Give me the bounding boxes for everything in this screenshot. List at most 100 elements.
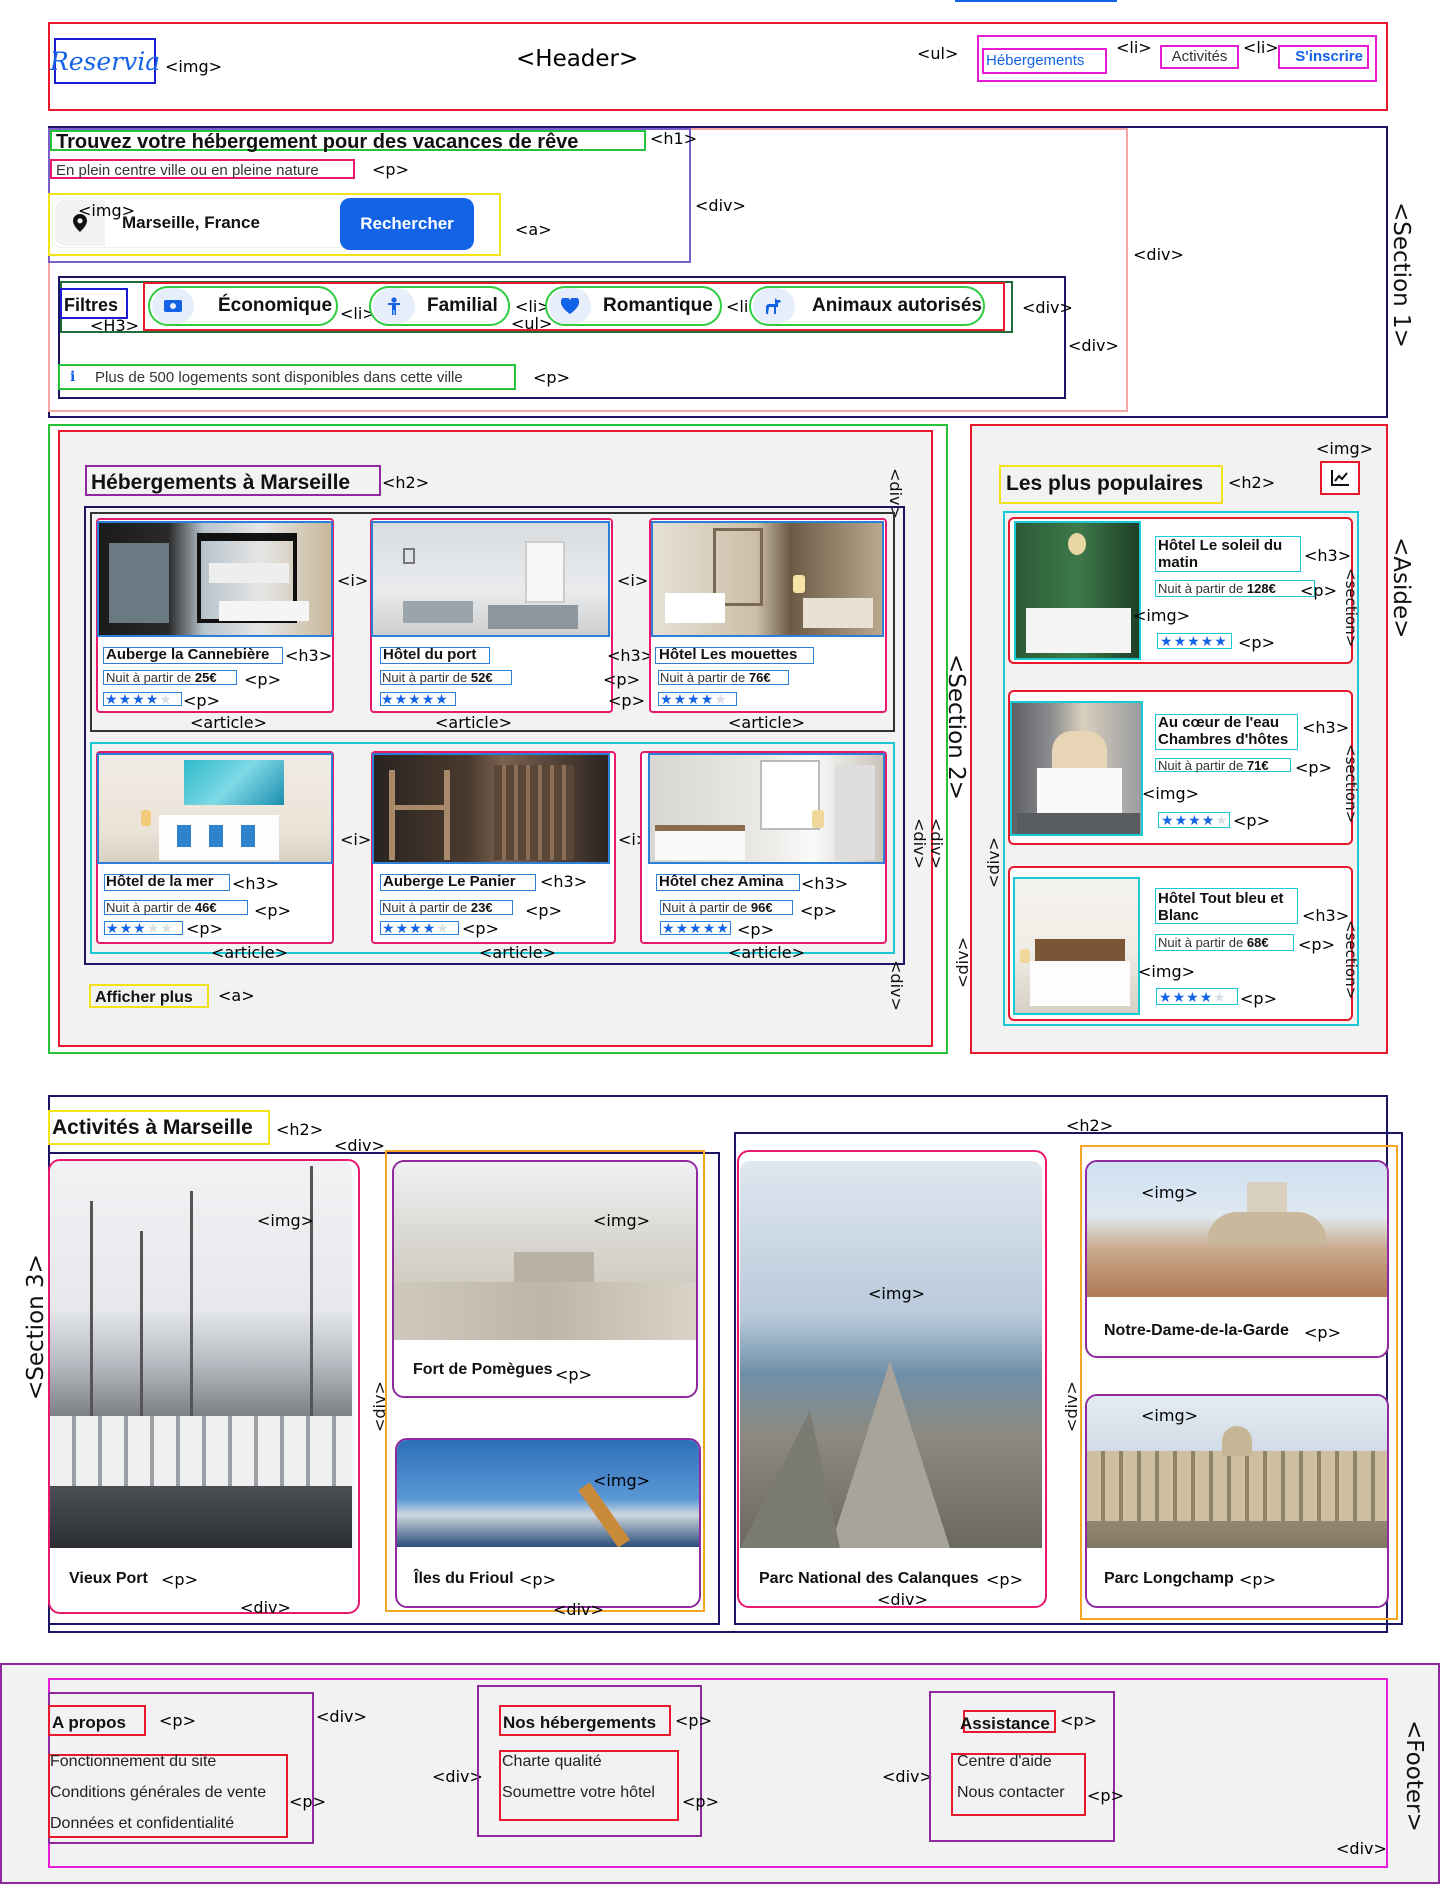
activity-photo xyxy=(1087,1162,1387,1297)
footer-link[interactable]: Fonctionnement du site xyxy=(50,1754,216,1770)
star-filled-icon: ★ xyxy=(1188,812,1202,828)
card-price: Nuit à partir de 23€ xyxy=(382,901,493,914)
tag-p: <p> xyxy=(555,1365,592,1384)
tag-h3: <h3> xyxy=(801,874,849,893)
activity-label: Îles du Frioul xyxy=(414,1570,514,1587)
star-filled-icon: ★ xyxy=(1174,812,1189,828)
card-title: Hôtel chez Amina xyxy=(659,873,784,890)
card-price-prefix: Nuit à partir de xyxy=(106,900,195,915)
search-button-label: Rechercher xyxy=(360,214,454,233)
dog-icon xyxy=(753,288,795,324)
card-rating: ★★★★★ xyxy=(660,692,728,706)
tag-p: <p> xyxy=(800,901,837,920)
popular-title: Au cœur de l'eau Chambres d'hôtes xyxy=(1158,714,1289,749)
star-filled-icon: ★ xyxy=(145,691,160,707)
popular-rating: ★★★★★ xyxy=(1159,990,1227,1004)
nav-activites[interactable]: Activités xyxy=(1160,45,1239,69)
filter-animaux-label: Animaux autorisés xyxy=(812,295,982,316)
filter-romantique[interactable]: Romantique xyxy=(545,286,722,326)
nav-hebergements[interactable]: Hébergements xyxy=(982,48,1107,74)
nav-sinscrire[interactable]: S'inscrire xyxy=(1278,45,1369,69)
tag-p: <p> xyxy=(244,670,281,689)
star-filled-icon: ★ xyxy=(1172,989,1187,1005)
star-filled-icon: ★ xyxy=(381,691,395,707)
tag-p: <p> xyxy=(1304,1323,1341,1342)
show-more-link[interactable]: Afficher plus xyxy=(89,984,209,1008)
filter-animaux[interactable]: Animaux autorisés xyxy=(749,286,985,326)
tag-p: <p> xyxy=(533,368,570,387)
card-price-value: 23€ xyxy=(470,900,493,915)
footer-col-title-text: Nos hébergements xyxy=(503,1713,657,1732)
tag-img: <img> xyxy=(1133,606,1190,625)
tag-p: <p> xyxy=(1295,758,1332,777)
star-filled-icon: ★ xyxy=(119,920,134,936)
popular-price: Nuit à partir de 128€ xyxy=(1158,582,1276,595)
star-filled-icon: ★ xyxy=(408,691,422,707)
tag-li: <li> xyxy=(1243,38,1279,57)
popular-photo xyxy=(1013,877,1140,1015)
star-filled-icon: ★ xyxy=(1187,633,1201,649)
tag-div: <div> xyxy=(1068,336,1119,355)
card-photo xyxy=(97,521,333,637)
activity-label: Notre-Dame-de-la-Garde xyxy=(1104,1322,1289,1339)
tag-p: <p> xyxy=(372,160,409,179)
logo[interactable]: Reservia xyxy=(50,38,160,84)
card-title: Hôtel de la mer xyxy=(106,873,214,890)
footer-link[interactable]: Nous contacter xyxy=(957,1785,1065,1801)
filter-familial[interactable]: Familial xyxy=(369,286,510,326)
popular-rating: ★★★★★ xyxy=(1161,813,1229,827)
star-empty-icon: ★ xyxy=(160,920,174,936)
activity-photo xyxy=(397,1440,699,1547)
show-more-label: Afficher plus xyxy=(95,989,193,1006)
popular-price-value: 68€ xyxy=(1246,935,1269,950)
card-price: Nuit à partir de 52€ xyxy=(382,671,493,684)
tag-img: <img> xyxy=(1138,962,1195,981)
star-filled-icon: ★ xyxy=(1173,633,1188,649)
star-filled-icon: ★ xyxy=(716,920,730,936)
card-rating: ★★★★★ xyxy=(105,692,173,706)
popular-price-value: 71€ xyxy=(1246,758,1269,773)
star-filled-icon: ★ xyxy=(1199,989,1214,1005)
footer-link[interactable]: Centre d'aide xyxy=(957,1754,1052,1770)
card-rating: ★★★★★ xyxy=(382,921,450,935)
star-empty-icon: ★ xyxy=(159,691,173,707)
search-button[interactable]: Rechercher xyxy=(340,198,474,250)
tag-section-2: <Section 2> xyxy=(943,654,969,800)
star-filled-icon: ★ xyxy=(1160,633,1174,649)
tag-img: <img> xyxy=(1141,1183,1198,1202)
star-filled-icon: ★ xyxy=(687,691,701,707)
child-icon xyxy=(373,288,415,324)
footer-col-title-text: A propos xyxy=(52,1713,126,1732)
star-filled-icon: ★ xyxy=(702,920,717,936)
tag-ul: <ul> xyxy=(511,314,553,333)
tag-i: <i> xyxy=(337,571,369,590)
footer-link[interactable]: Données et confidentialité xyxy=(50,1816,234,1832)
tag-article: <article> xyxy=(728,713,805,732)
card-photo xyxy=(372,753,610,864)
nav-sinscrire-label: S'inscrire xyxy=(1295,48,1363,65)
filter-economique[interactable]: Économique xyxy=(148,286,338,326)
tag-div: <div> xyxy=(695,196,746,215)
footer-link[interactable]: Conditions générales de vente xyxy=(50,1785,266,1801)
tag-p: <p> xyxy=(1240,989,1277,1008)
tag-div: <div> xyxy=(887,960,906,1011)
hero-title: Trouvez votre hébergement pour des vacan… xyxy=(50,130,646,153)
card-title: Auberge Le Panier xyxy=(383,873,516,890)
filters-heading-text: Filtres xyxy=(64,295,119,315)
star-filled-icon: ★ xyxy=(382,920,396,936)
footer-link[interactable]: Charte qualité xyxy=(502,1754,602,1770)
tag-article: <article> xyxy=(211,943,288,962)
populaires-title-text: Les plus populaires xyxy=(1006,472,1204,495)
tag-h2: <h2> xyxy=(382,473,430,492)
tag-img: <img> xyxy=(257,1211,314,1230)
populaires-title: Les plus populaires xyxy=(999,465,1223,504)
hebergements-title: Hébergements à Marseille xyxy=(85,465,381,496)
activity-photo xyxy=(1087,1396,1387,1548)
card-title: Auberge la Cannebière xyxy=(106,646,270,663)
tag-img: <img> xyxy=(593,1471,650,1490)
tag-h3: <h3> xyxy=(607,646,655,665)
card-rating: ★★★★★ xyxy=(106,921,174,935)
footer-link[interactable]: Soumettre votre hôtel xyxy=(502,1785,655,1801)
tag-h2: <h2> xyxy=(276,1120,324,1139)
popular-price: Nuit à partir de 68€ xyxy=(1158,936,1269,949)
